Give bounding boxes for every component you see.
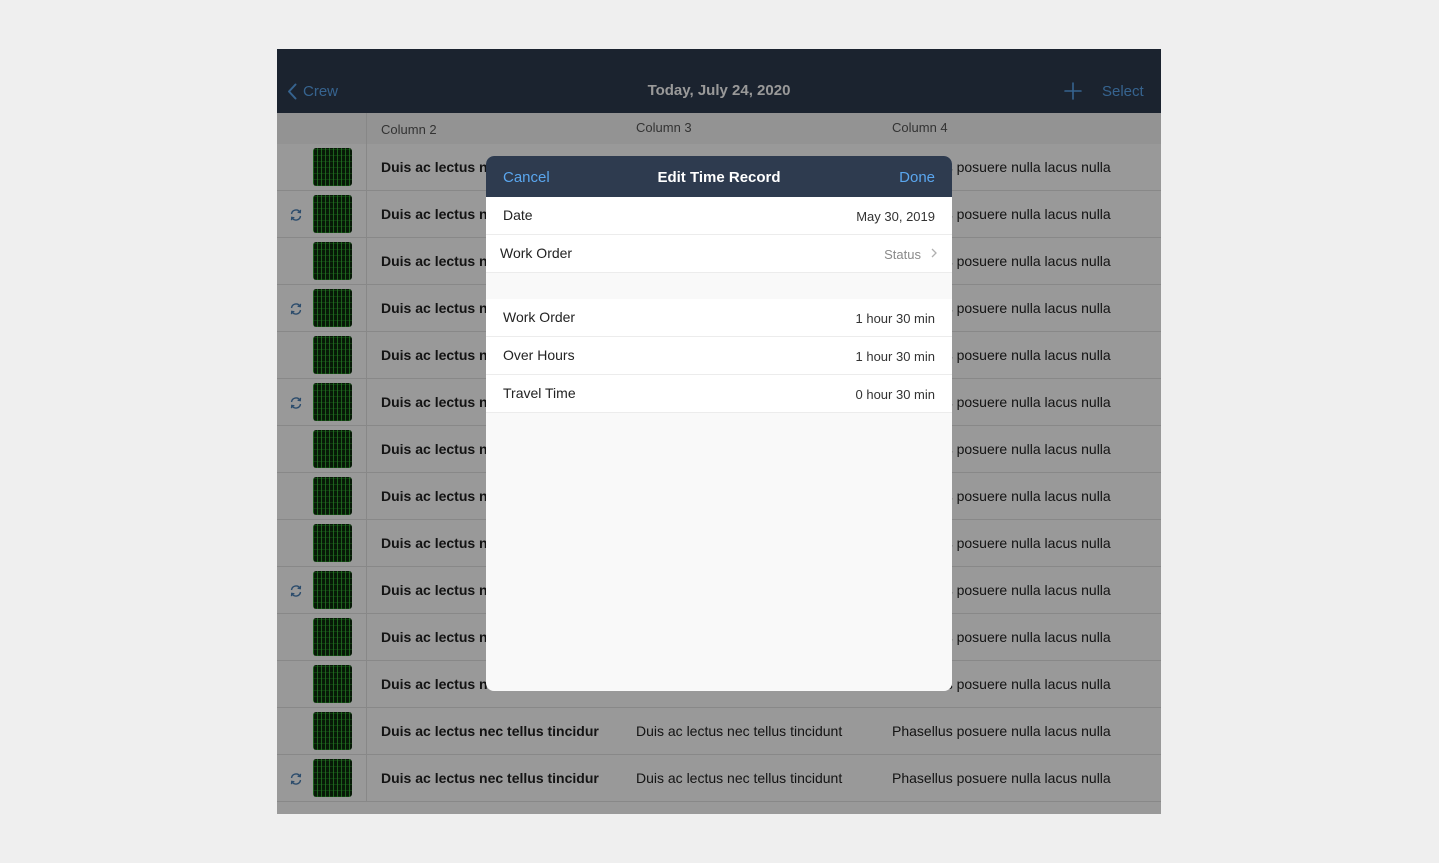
work-order-time-label: Work Order: [503, 309, 576, 325]
work-order-status-label: Work Order: [500, 245, 573, 261]
over-hours-value: 1 hour 30 min: [855, 349, 936, 364]
date-row[interactable]: Date May 30, 2019: [486, 197, 952, 235]
edit-time-record-dialog: Cancel Edit Time Record Done Date May 30…: [486, 156, 952, 691]
travel-time-label: Travel Time: [503, 385, 576, 401]
over-hours-label: Over Hours: [503, 347, 575, 363]
work-order-time-value: 1 hour 30 min: [855, 311, 936, 326]
work-order-status-value: Status: [884, 247, 921, 262]
over-hours-row[interactable]: Over Hours 1 hour 30 min: [486, 337, 952, 375]
dialog-title: Edit Time Record: [657, 169, 781, 186]
travel-time-row[interactable]: Travel Time 0 hour 30 min: [486, 375, 952, 413]
done-button[interactable]: Done: [899, 169, 935, 186]
work-order-status-row[interactable]: Work Order Status: [486, 235, 952, 273]
chevron-right-icon: [931, 248, 937, 258]
travel-time-value: 0 hour 30 min: [855, 387, 936, 402]
dialog-header: Cancel Edit Time Record Done: [486, 156, 952, 197]
app-window: Crew Today, July 24, 2020 Select Column …: [277, 49, 1161, 814]
date-label: Date: [503, 207, 533, 223]
work-order-time-row[interactable]: Work Order 1 hour 30 min: [486, 299, 952, 337]
date-value: May 30, 2019: [856, 209, 935, 224]
